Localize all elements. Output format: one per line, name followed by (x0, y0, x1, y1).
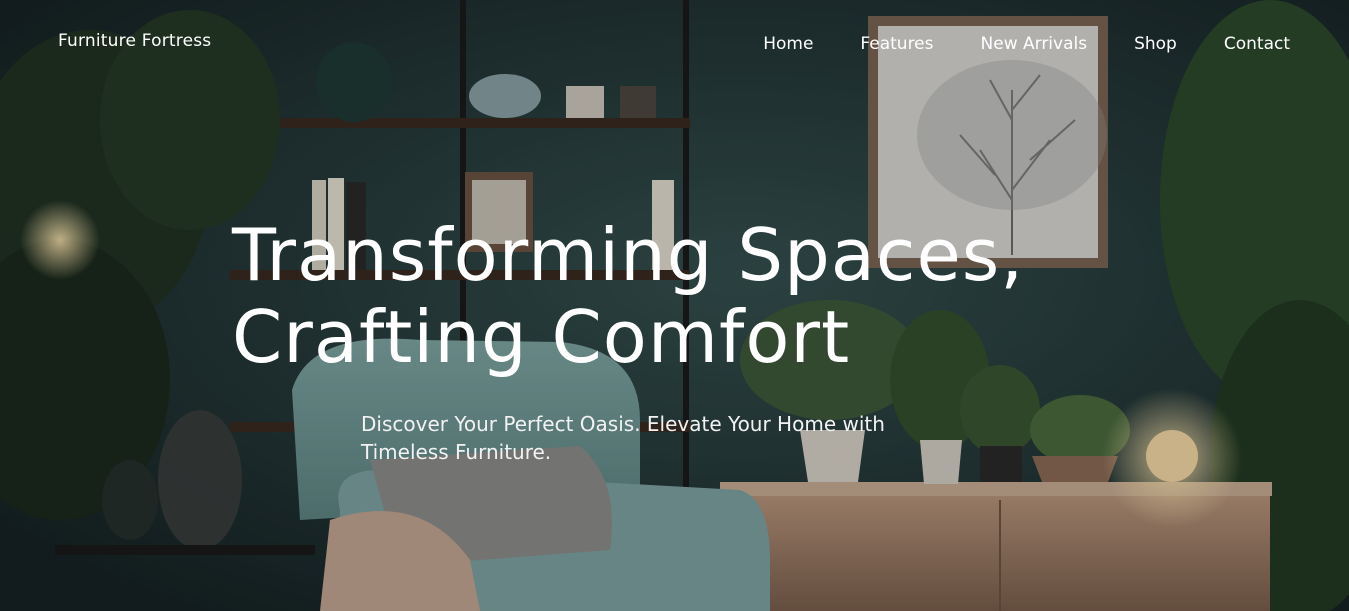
nav-link-shop[interactable]: Shop (1134, 34, 1177, 54)
nav-link-new-arrivals[interactable]: New Arrivals (981, 34, 1088, 54)
main-navigation: Home Features New Arrivals Shop Contact (763, 34, 1290, 54)
hero-headline-line-2: Crafting Comfort (232, 295, 851, 379)
nav-link-home[interactable]: Home (763, 34, 813, 54)
hero-headline: Transforming Spaces, Crafting Comfort (232, 214, 1024, 378)
hero-headline-line-1: Transforming Spaces, (232, 213, 1025, 297)
brand-logo-text[interactable]: Furniture Fortress (58, 31, 211, 51)
nav-link-features[interactable]: Features (860, 34, 933, 54)
hero-section: Furniture Fortress Home Features New Arr… (0, 0, 1349, 611)
hero-subtitle: Discover Your Perfect Oasis. Elevate You… (361, 412, 885, 464)
nav-link-contact[interactable]: Contact (1224, 34, 1290, 54)
